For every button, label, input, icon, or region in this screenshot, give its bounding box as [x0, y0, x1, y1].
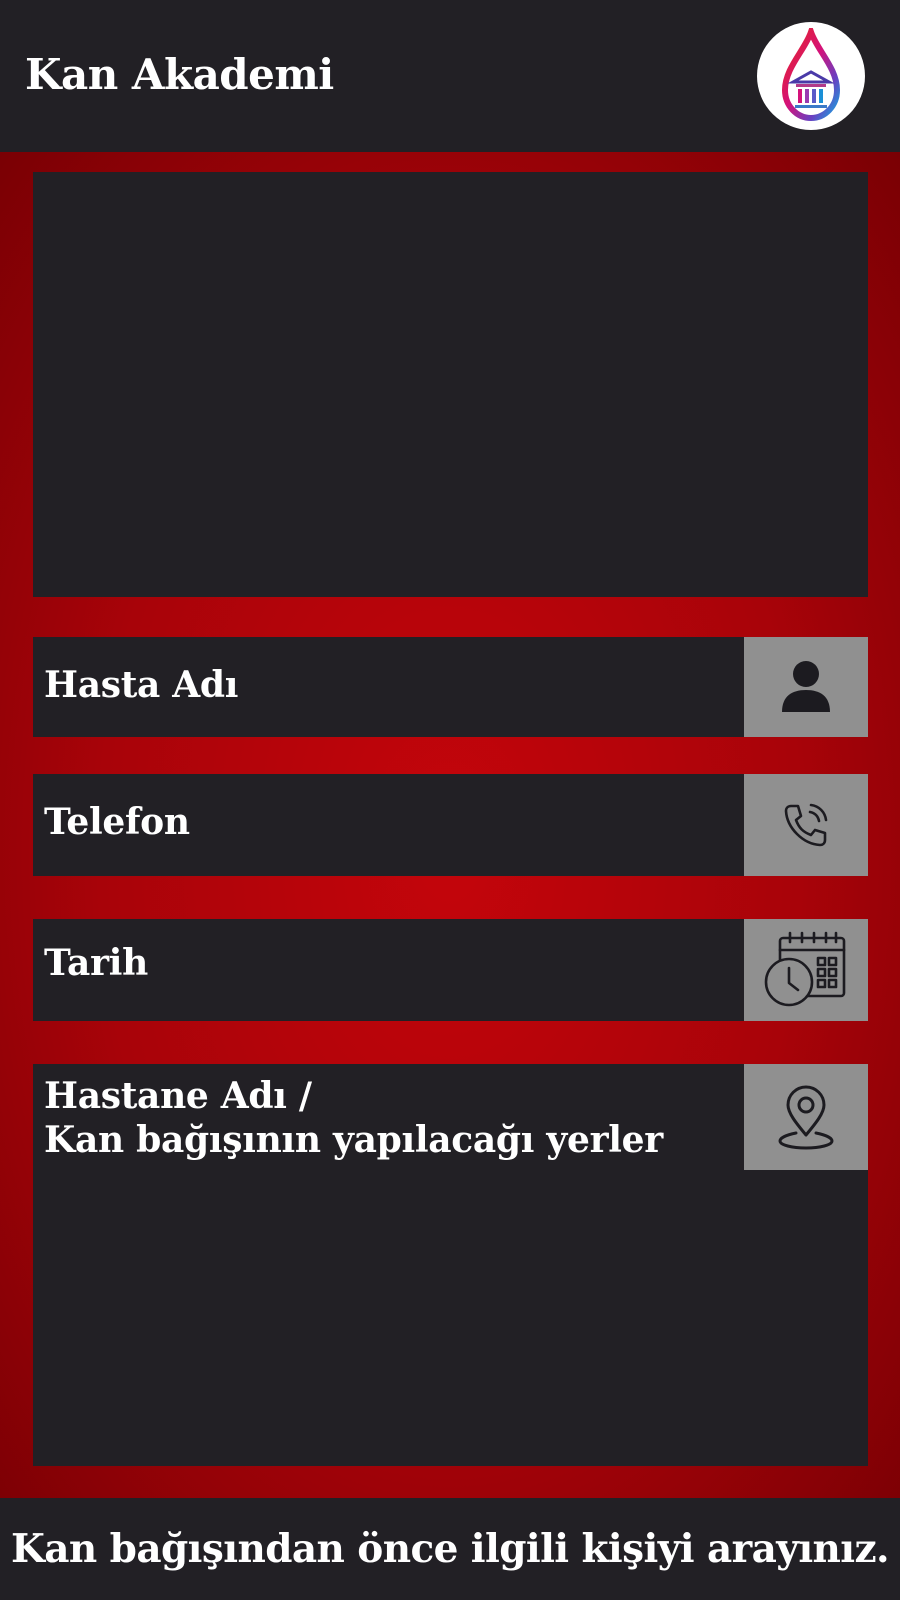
app-screen: Kan Akademi Hasta Adı Telefon Tarih Hast…	[0, 0, 900, 1600]
footer-message: Kan bağışından önce ilgili kişiyi arayın…	[10, 1526, 890, 1572]
location-pin-icon	[778, 1085, 834, 1150]
phone-field[interactable]: Telefon	[33, 774, 868, 876]
date-label: Tarih	[44, 942, 148, 984]
app-logo[interactable]	[757, 22, 865, 130]
phone-icon-button[interactable]	[744, 774, 868, 876]
hospital-label-line1: Hastane Adı /	[44, 1075, 312, 1117]
patient-name-icon-button[interactable]	[744, 637, 868, 737]
image-panel	[33, 172, 868, 597]
calendar-clock-icon	[764, 931, 846, 1007]
patient-name-label: Hasta Adı	[44, 664, 239, 706]
phone-label: Telefon	[44, 801, 190, 843]
patient-name-field[interactable]: Hasta Adı	[33, 637, 868, 737]
hospital-field[interactable]: Hastane Adı / Kan bağışının yapılacağı y…	[33, 1064, 868, 1466]
main-content: Hasta Adı Telefon Tarih Hastane Adı / Ka…	[0, 152, 900, 1498]
phone-icon	[784, 803, 828, 847]
header-bar: Kan Akademi	[0, 0, 900, 152]
app-title: Kan Akademi	[25, 50, 334, 99]
date-field[interactable]: Tarih	[33, 919, 868, 1021]
blood-drop-academy-logo-icon	[781, 28, 841, 122]
person-icon	[782, 661, 830, 712]
hospital-location-icon-button[interactable]	[744, 1064, 868, 1170]
hospital-label-line2: Kan bağışının yapılacağı yerler	[44, 1119, 663, 1161]
date-icon-button[interactable]	[744, 919, 868, 1021]
footer-bar: Kan bağışından önce ilgili kişiyi arayın…	[0, 1498, 900, 1600]
